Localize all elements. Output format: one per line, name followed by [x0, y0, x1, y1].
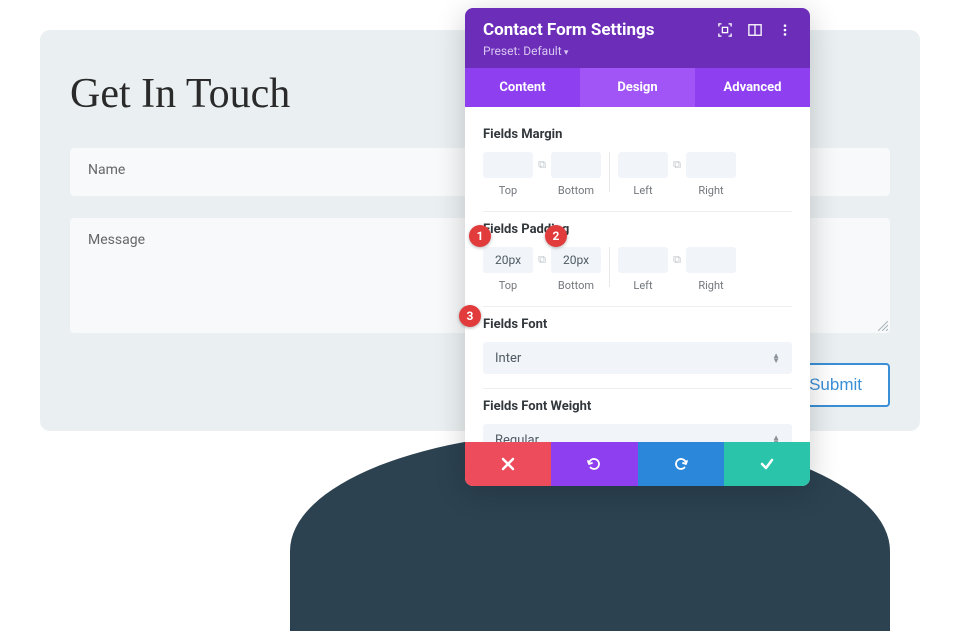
- link-icon[interactable]: ⧉: [668, 253, 686, 267]
- preset-dropdown[interactable]: Preset: Default: [483, 44, 792, 58]
- margin-left-label: Left: [618, 184, 668, 197]
- padding-left-input[interactable]: [618, 247, 668, 273]
- margin-bottom-input[interactable]: [551, 152, 601, 178]
- columns-icon[interactable]: [748, 23, 762, 37]
- margin-top-input[interactable]: [483, 152, 533, 178]
- tab-advanced[interactable]: Advanced: [695, 68, 810, 107]
- tab-design[interactable]: Design: [580, 68, 695, 107]
- divider: [609, 152, 610, 192]
- margin-right-input[interactable]: [686, 152, 736, 178]
- padding-left-label: Left: [618, 279, 668, 292]
- padding-bottom-label: Bottom: [551, 279, 601, 292]
- fields-font-weight-value: Regular: [495, 433, 539, 443]
- panel-body: Fields Margin Top ⧉ Bottom: [465, 107, 810, 442]
- panel-title: Contact Form Settings: [483, 20, 655, 40]
- check-icon: [759, 456, 775, 472]
- fields-font-value: Inter: [495, 351, 521, 366]
- undo-icon: [586, 456, 602, 472]
- callout-3: 3: [459, 305, 481, 327]
- redo-button[interactable]: [638, 442, 724, 486]
- margin-left-input[interactable]: [618, 152, 668, 178]
- settings-panel: Contact Form Settings Preset: Default Co…: [465, 8, 810, 486]
- link-icon[interactable]: ⧉: [533, 158, 551, 172]
- callout-2: 2: [545, 225, 567, 247]
- select-arrows-icon: ▲▼: [772, 353, 780, 363]
- undo-button[interactable]: [551, 442, 637, 486]
- fields-font-label: Fields Font: [483, 317, 792, 332]
- tab-content[interactable]: Content: [465, 68, 580, 107]
- fields-font-weight-select[interactable]: Regular ▲▼: [483, 424, 792, 442]
- panel-footer: [465, 442, 810, 486]
- margin-bottom-label: Bottom: [551, 184, 601, 197]
- margin-right-label: Right: [686, 184, 736, 197]
- padding-top-input[interactable]: 20px: [483, 247, 533, 273]
- fields-margin-label: Fields Margin: [483, 127, 792, 142]
- select-arrows-icon: ▲▼: [772, 435, 780, 442]
- callout-1: 1: [469, 225, 491, 247]
- padding-bottom-input[interactable]: 20px: [551, 247, 601, 273]
- resize-handle-icon[interactable]: [878, 321, 888, 331]
- divider: [609, 247, 610, 287]
- save-button[interactable]: [724, 442, 810, 486]
- padding-right-input[interactable]: [686, 247, 736, 273]
- kebab-menu-icon[interactable]: [778, 23, 792, 37]
- expand-icon[interactable]: [718, 23, 732, 37]
- message-placeholder: Message: [88, 232, 145, 248]
- fields-font-weight-label: Fields Font Weight: [483, 399, 792, 414]
- fields-font-select[interactable]: Inter ▲▼: [483, 342, 792, 374]
- name-placeholder: Name: [88, 162, 125, 178]
- padding-top-label: Top: [483, 279, 533, 292]
- margin-top-label: Top: [483, 184, 533, 197]
- padding-right-label: Right: [686, 279, 736, 292]
- panel-header[interactable]: Contact Form Settings Preset: Default: [465, 8, 810, 68]
- close-icon: [500, 456, 516, 472]
- panel-tabs: Content Design Advanced: [465, 68, 810, 107]
- link-icon[interactable]: ⧉: [533, 253, 551, 267]
- cancel-button[interactable]: [465, 442, 551, 486]
- redo-icon: [673, 456, 689, 472]
- link-icon[interactable]: ⧉: [668, 158, 686, 172]
- fields-padding-label: Fields Padding: [483, 222, 792, 237]
